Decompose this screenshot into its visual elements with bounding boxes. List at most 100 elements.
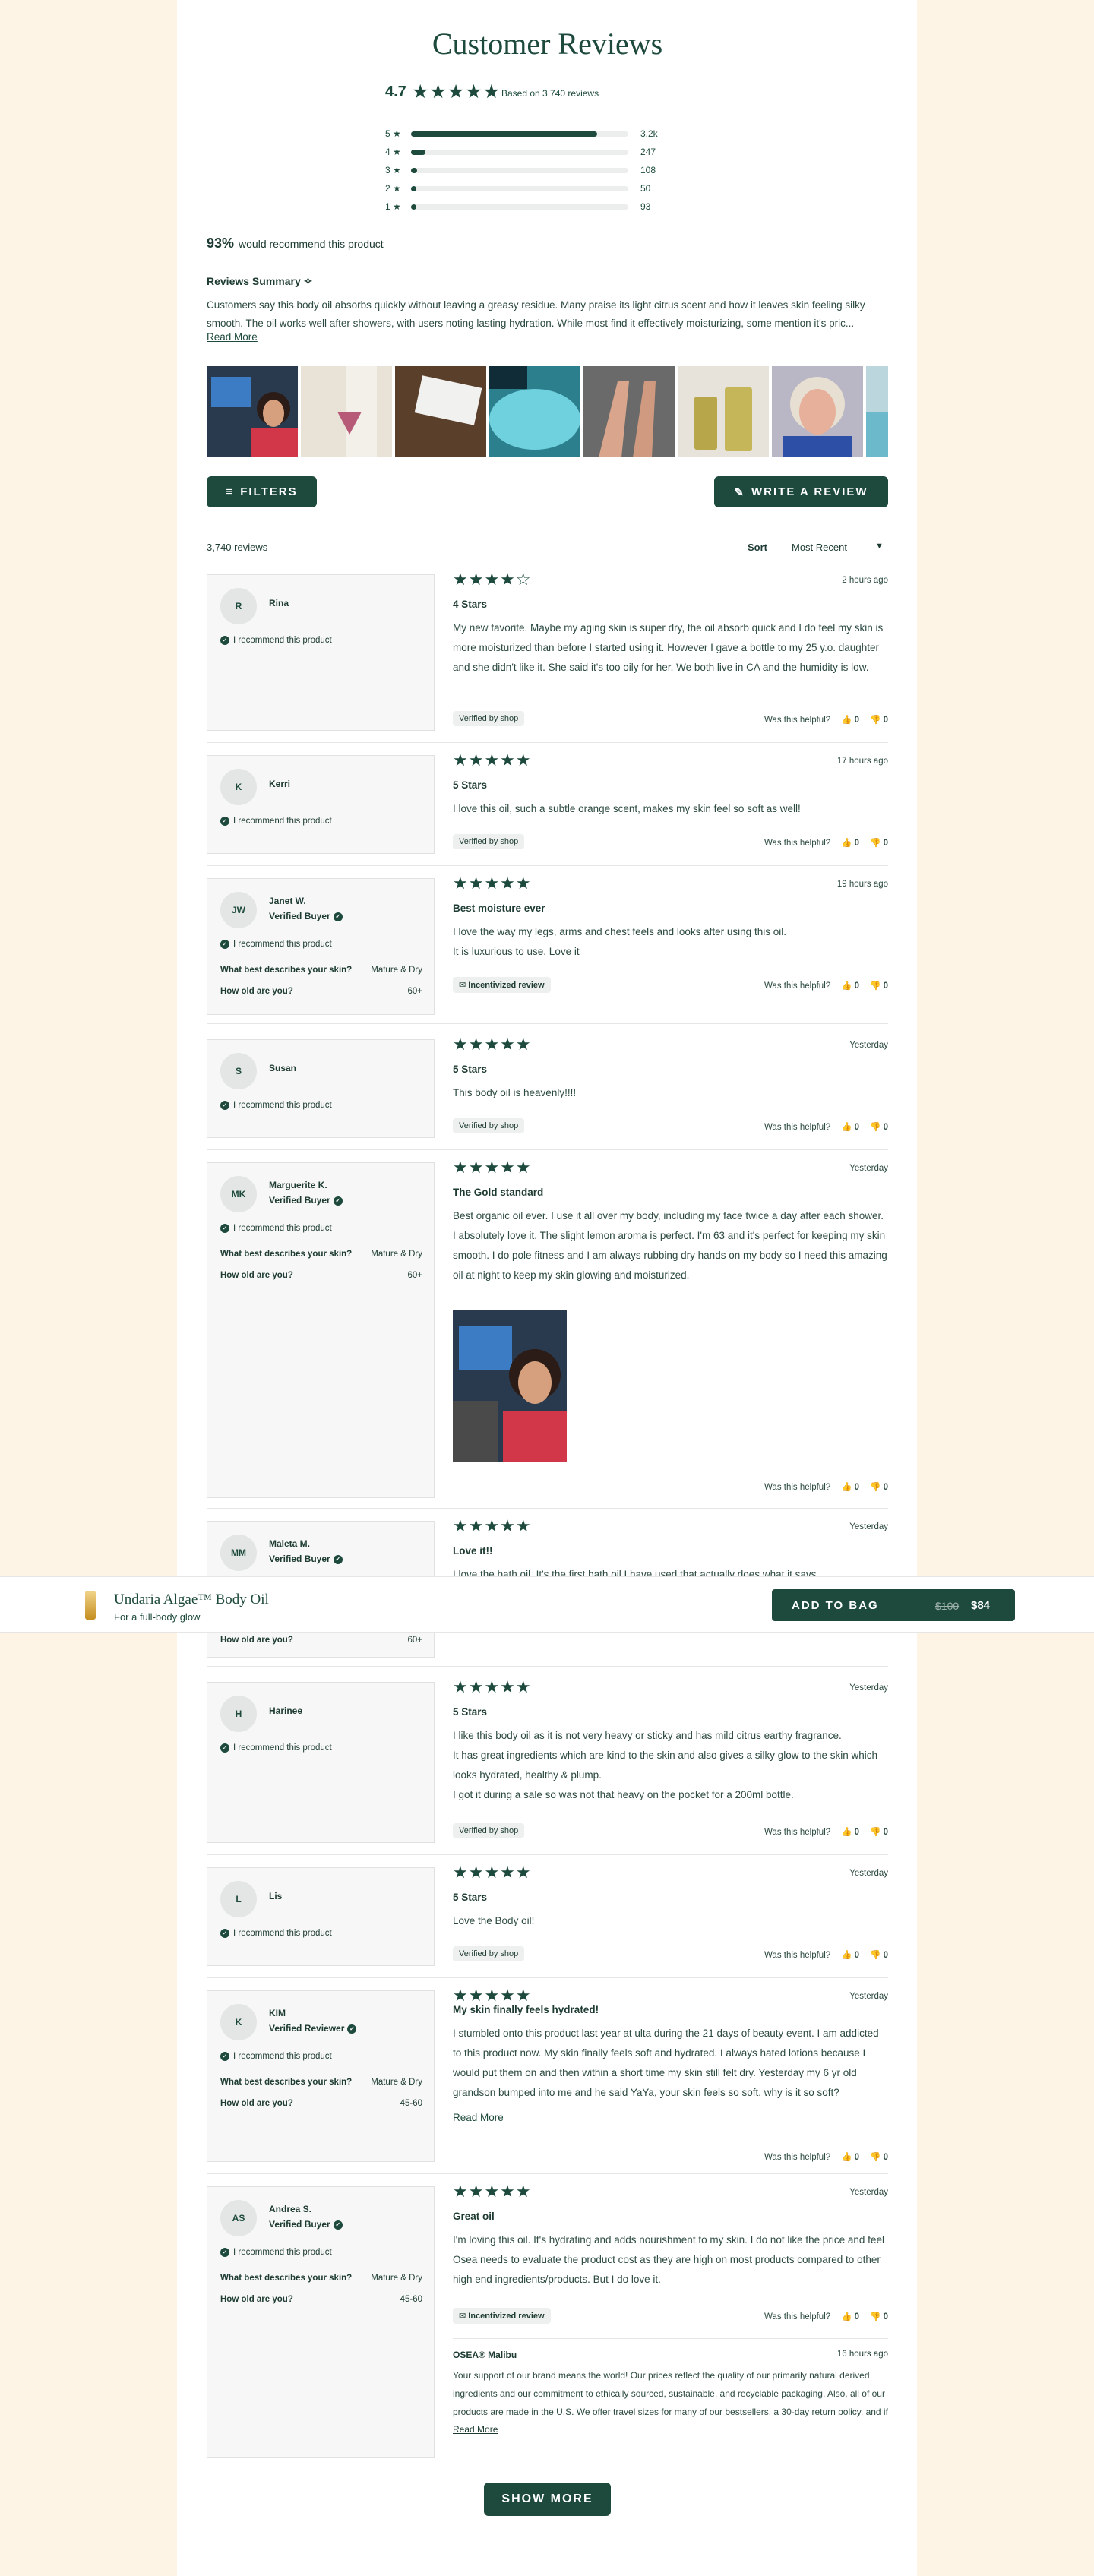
review-body: I'm loving this oil. It's hydrating and … [453,2234,884,2285]
review-stars-icon: ★★★★★ [453,1677,532,1696]
thumbs-up-vote[interactable]: 👍 0 [841,839,859,848]
pencil-icon: ✎ [734,485,745,499]
skin-question: What best describes your skin? [220,1250,353,1259]
review-stars-icon: ★★★★★ [453,874,532,893]
thumbs-down-vote[interactable]: 👎 0 [870,981,888,991]
add-to-bag-button[interactable]: ADD TO BAG $100 $84 [772,1589,1015,1621]
thumbs-down-vote[interactable]: 👎 0 [870,839,888,848]
verified-buyer: Verified Buyer ✓ [269,2219,343,2230]
rating-row-1[interactable]: 1 ★ 93 [385,198,689,216]
down-count: 0 [883,1828,888,1837]
review-photo[interactable] [678,366,769,457]
helpful-label: Was this helpful? [764,1483,831,1492]
write-review-label: WRITE A REVIEW [751,485,868,498]
review-stars-icon: ★★★★☆ [453,570,532,589]
review-time: Yesterday [849,1041,888,1050]
age-attribute: How old are you? 45-60 [220,2295,422,2304]
thumbs-down-vote[interactable]: 👎 0 [870,2312,888,2322]
sort-label: Sort [748,542,767,553]
thumbs-down-vote[interactable]: 👎 0 [870,716,888,725]
product-subtitle: For a full-body glow [114,1611,201,1623]
check-icon: ✓ [333,912,343,921]
review-stars-icon: ★★★★★ [453,751,532,770]
up-count: 0 [854,716,860,725]
thumbs-up-icon: ✓ [220,1224,229,1233]
rating-row-4[interactable]: 4 ★ 247 [385,143,689,161]
review-body: I stumbled onto this product last year a… [453,2028,879,2098]
review-photo[interactable] [866,366,888,457]
avatar: R [220,588,257,624]
thumbs-up-vote[interactable]: 👍 0 [841,716,859,725]
rating-row-2[interactable]: 2 ★ 50 [385,179,689,198]
review-time: Yesterday [849,1164,888,1173]
reply-read-more-link[interactable]: Read More [453,2424,498,2435]
down-count: 0 [883,2153,888,2162]
review-stars-icon: ★★★★★ [453,1516,532,1535]
review-title: My skin finally feels hydrated! [453,2004,599,2015]
rating-distribution: 5 ★ 3.2k 4 ★ 247 3 ★ 108 2 ★ 50 1 ★ 93 [385,125,689,216]
write-review-button[interactable]: ✎ WRITE A REVIEW [714,476,888,507]
rating-bar [411,149,628,155]
review-read-more-link[interactable]: Read More [453,2112,504,2123]
recommend-label: I recommend this product [233,1101,332,1111]
skin-question: What best describes your skin? [220,2274,353,2283]
helpful-row: Was this helpful? 👍 0 👎 0 [754,1121,888,1132]
thumbs-up-vote[interactable]: 👍 0 [841,1483,859,1492]
thumbs-up-vote[interactable]: 👍 0 [841,1951,859,1960]
incentivized-badge: ✉ Incentivized review [453,977,551,993]
reviewer-panel: JW Janet W. Verified Buyer ✓ ✓ I recommend… [207,878,435,1015]
reviewer-panel: H Harinee ✓ I recommend this product [207,1682,435,1843]
thumbs-up-vote[interactable]: 👍 0 [841,2153,859,2162]
age-answer: 60+ [407,1271,422,1280]
review-photo[interactable] [583,366,675,457]
reviewer-name: Kerri [269,779,291,789]
thumbs-down-vote[interactable]: 👎 0 [870,1123,888,1132]
review-photo[interactable] [453,1310,567,1462]
rating-row-5[interactable]: 5 ★ 3.2k [385,125,689,143]
thumbs-down-vote[interactable]: 👎 0 [870,2153,888,2162]
review-photo[interactable] [489,366,580,457]
age-answer: 60+ [407,987,422,996]
avatar: MM [220,1535,257,1571]
thumbs-up-vote[interactable]: 👍 0 [841,981,859,991]
review-stars-icon: ★★★★★ [453,1158,532,1177]
up-count: 0 [854,2153,860,2162]
caret-down-icon[interactable]: ▼ [875,542,884,551]
thumbs-down-vote[interactable]: 👎 0 [870,1483,888,1492]
verified-by-badge: Verified by shop [453,834,525,849]
recommend-line: ✓ I recommend this product [220,1743,332,1753]
thumbs-up-icon: ✓ [220,1101,229,1110]
down-count: 0 [883,981,888,991]
review-time: 2 hours ago [842,576,888,585]
review-time: Yesterday [849,1992,888,2001]
incentivized-label: Incentivized review [468,981,545,990]
thumbs-down-vote[interactable]: 👎 0 [870,1828,888,1837]
rating-count: 247 [640,147,656,157]
reviewer-panel: AS Andrea S. Verified Buyer ✓ ✓ I recommen… [207,2186,435,2458]
reviewer-name: Janet W. [269,896,306,906]
helpful-label: Was this helpful? [764,1951,831,1960]
review-title: 4 Stars [453,599,488,610]
age-attribute: How old are you? 45-60 [220,2099,422,2108]
rating-row-3[interactable]: 3 ★ 108 [385,161,689,179]
age-attribute: How old are you? 60+ [220,1271,422,1280]
review-title: Best moisture ever [453,902,545,914]
show-more-button[interactable]: SHOW MORE [484,2483,611,2516]
thumbs-down-vote[interactable]: 👎 0 [870,1951,888,1960]
sort-select[interactable]: Most Recent [792,542,847,553]
thumbs-up-vote[interactable]: 👍 0 [841,1828,859,1837]
review-photo[interactable] [207,366,298,457]
avatar: JW [220,892,257,928]
thumbs-up-vote[interactable]: 👍 0 [841,2312,859,2322]
reviewer-panel: K Kerri ✓ I recommend this product [207,755,435,854]
down-count: 0 [883,1951,888,1960]
review-photo[interactable] [395,366,486,457]
down-count: 0 [883,839,888,848]
review-photo[interactable] [301,366,392,457]
summary-read-more-link[interactable]: Read More [207,331,258,343]
verified-buyer: Verified Buyer ✓ [269,1554,343,1564]
review-stars-icon: ★★★★★ [453,2182,532,2201]
filters-button[interactable]: ≡ FILTERS [207,476,317,507]
thumbs-up-vote[interactable]: 👍 0 [841,1123,859,1132]
review-photo[interactable] [772,366,863,457]
